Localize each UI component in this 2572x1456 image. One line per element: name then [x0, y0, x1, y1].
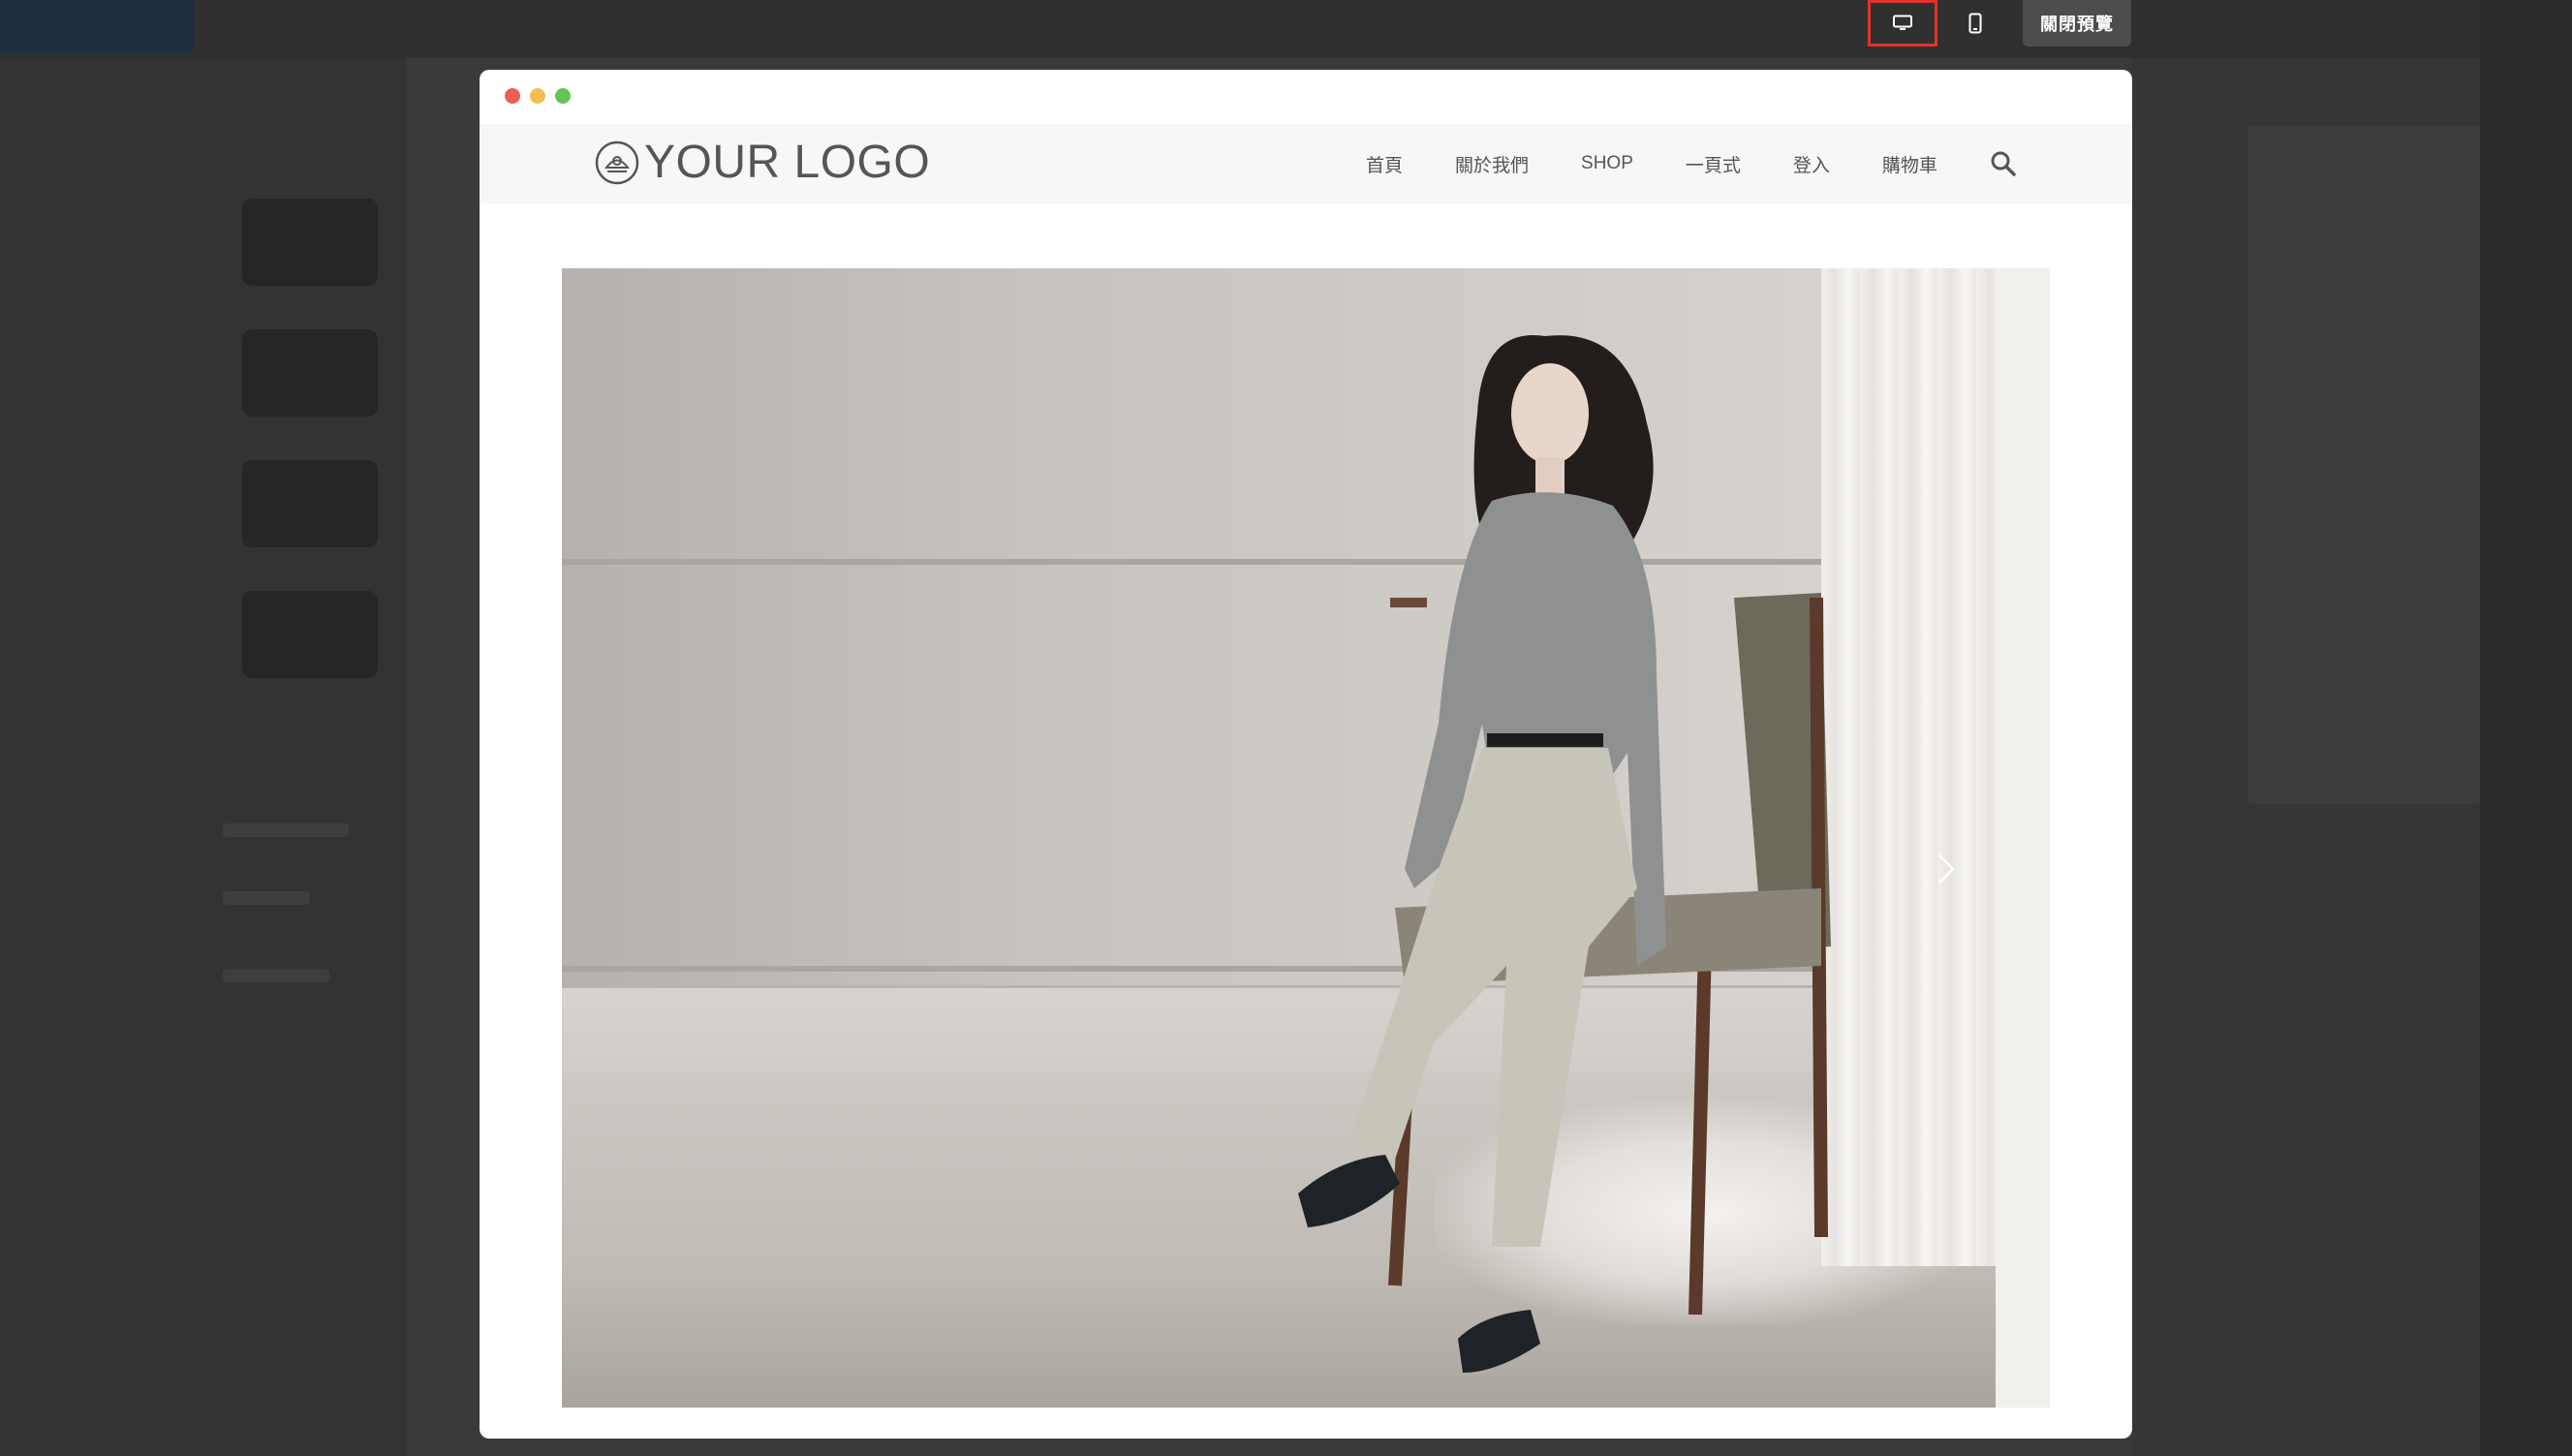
nav-item-cart[interactable]: 購物車 [1882, 151, 1937, 177]
editor-text-line [223, 969, 329, 982]
mobile-preview-button[interactable] [1940, 0, 2010, 46]
window-traffic-lights [505, 88, 571, 104]
editor-brand-area [0, 0, 194, 53]
nav-item-one-page[interactable]: 一頁式 [1686, 151, 1741, 177]
editor-thumbnail [242, 591, 378, 678]
editor-right-strip [2480, 0, 2572, 1456]
chevron-right-icon[interactable] [1930, 850, 1963, 888]
close-preview-button[interactable]: 關閉預覽 [2023, 0, 2131, 46]
editor-right-panel [2247, 126, 2480, 804]
main-nav: 首頁 關於我們 SHOP 一頁式 登入 購物車 [1366, 124, 2017, 203]
preview-window: YOUR LOGO 首頁 關於我們 SHOP 一頁式 登入 購物車 [480, 70, 2132, 1439]
nav-item-about[interactable]: 關於我們 [1455, 151, 1529, 177]
logo-text: YOUR LOGO [644, 137, 931, 188]
site-header: YOUR LOGO 首頁 關於我們 SHOP 一頁式 登入 購物車 [480, 124, 2132, 203]
search-icon[interactable] [1990, 150, 2017, 177]
editor-topbar [0, 0, 2572, 58]
window-maximize-dot[interactable] [555, 88, 571, 104]
editor-text-line [223, 891, 310, 905]
mobile-icon [1968, 13, 1982, 34]
nav-item-shop[interactable]: SHOP [1581, 153, 1633, 174]
nav-item-login[interactable]: 登入 [1793, 151, 1830, 177]
window-minimize-dot[interactable] [530, 88, 545, 104]
logo-icon [595, 140, 639, 185]
editor-thumbnail [242, 199, 378, 286]
editor-thumbnail [242, 460, 378, 547]
editor-thumbnail [242, 329, 378, 417]
site-logo[interactable]: YOUR LOGO [594, 134, 930, 192]
desktop-preview-button[interactable] [1868, 0, 1937, 46]
nav-item-home[interactable]: 首頁 [1366, 151, 1403, 177]
hero-slider [562, 268, 2050, 1408]
editor-text-line [223, 823, 349, 837]
window-close-dot[interactable] [505, 88, 520, 104]
desktop-icon [1893, 15, 1912, 30]
